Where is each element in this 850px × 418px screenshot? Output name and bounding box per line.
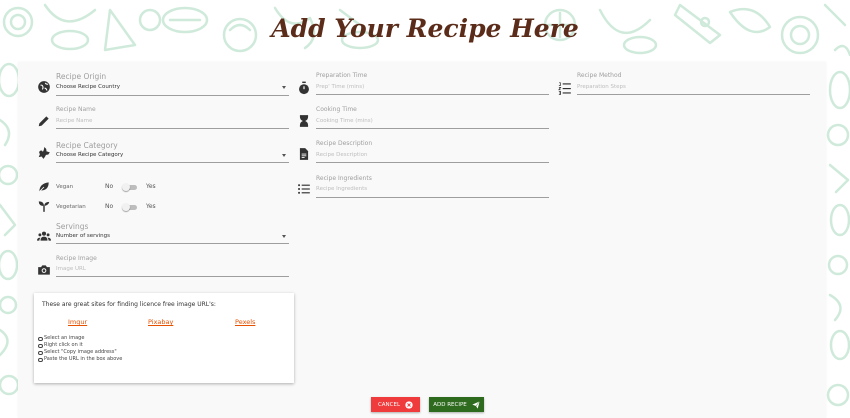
vegan-label: Vegan bbox=[56, 184, 74, 190]
imgur-link[interactable]: Imgur bbox=[68, 318, 87, 326]
description-label: Recipe Description bbox=[316, 140, 373, 147]
vegan-switch[interactable] bbox=[122, 183, 140, 193]
vegan-no-label: No bbox=[105, 183, 114, 190]
people-icon bbox=[37, 229, 51, 243]
chevron-down-icon bbox=[282, 235, 286, 238]
chevron-down-icon bbox=[282, 154, 286, 157]
cancel-button-label: CANCEL bbox=[377, 401, 401, 408]
leaf-icon bbox=[37, 180, 51, 194]
numbered-list-icon bbox=[558, 81, 572, 95]
add-recipe-button-label: ADD RECIPE bbox=[433, 401, 467, 408]
cancel-circle-icon bbox=[405, 400, 413, 409]
recipe-image-input[interactable]: Image URL bbox=[56, 266, 86, 272]
recipe-category-label: Recipe Category bbox=[56, 141, 118, 150]
ingredients-label: Recipe Ingredients bbox=[316, 175, 372, 182]
recipe-name-label: Recipe Name bbox=[56, 106, 96, 113]
category-icon bbox=[37, 146, 51, 160]
info-step-1: Select an image bbox=[37, 335, 85, 341]
vegetarian-label: Vegetarian bbox=[56, 204, 86, 210]
cook-time-label: Cooking Time bbox=[316, 106, 357, 113]
pexels-link[interactable]: Pexels bbox=[235, 318, 255, 326]
info-step-4: Paste the URL in the box above bbox=[37, 356, 123, 362]
ingredients-input[interactable]: Recipe Ingredients bbox=[316, 186, 367, 192]
add-recipe-button[interactable]: ADD RECIPE bbox=[429, 397, 484, 412]
page-title: Add Your Recipe Here bbox=[271, 14, 579, 43]
recipe-origin-label: Recipe Origin bbox=[56, 72, 107, 81]
pencil-icon bbox=[37, 114, 51, 128]
servings-select[interactable]: Number of servings bbox=[56, 233, 110, 239]
pixabay-link[interactable]: Pixabay bbox=[148, 318, 173, 326]
list-icon bbox=[297, 182, 311, 196]
document-icon bbox=[297, 147, 311, 161]
globe-icon bbox=[37, 80, 51, 94]
recipe-image-label: Recipe Image bbox=[56, 255, 97, 262]
method-label: Recipe Method bbox=[577, 72, 622, 79]
hourglass-icon bbox=[297, 114, 311, 128]
recipe-origin-select[interactable]: Choose Recipe Country bbox=[56, 84, 120, 90]
servings-label: Servings bbox=[56, 222, 89, 231]
cancel-button[interactable]: CANCEL bbox=[371, 397, 420, 412]
info-step-3: Select "Copy image address" bbox=[38, 349, 117, 355]
vegan-yes-label: Yes bbox=[146, 183, 156, 190]
camera-icon bbox=[37, 263, 51, 277]
image-sites-info-box: These are great sites for finding licenc… bbox=[34, 293, 294, 383]
vegetarian-switch[interactable] bbox=[122, 203, 140, 213]
vegetarian-no-label: No bbox=[105, 203, 114, 210]
recipe-category-select[interactable]: Choose Recipe Category bbox=[56, 152, 123, 158]
prep-time-input[interactable]: Prep' Time (mins) bbox=[316, 84, 364, 90]
sprout-icon bbox=[37, 199, 51, 213]
prep-time-label: Preparation Time bbox=[316, 72, 368, 79]
timer-icon bbox=[297, 81, 311, 95]
send-icon bbox=[472, 400, 480, 409]
info-step-2: Right click on it bbox=[38, 342, 83, 348]
recipe-name-input[interactable]: Recipe Name bbox=[56, 118, 92, 124]
vegetarian-yes-label: Yes bbox=[146, 203, 156, 210]
description-input[interactable]: Recipe Description bbox=[316, 152, 367, 158]
cook-time-input[interactable]: Cooking Time (mins) bbox=[316, 118, 373, 124]
method-input[interactable]: Preparation Steps bbox=[577, 84, 626, 90]
chevron-down-icon bbox=[282, 86, 286, 89]
info-box-title: These are great sites for finding licenc… bbox=[42, 301, 216, 308]
